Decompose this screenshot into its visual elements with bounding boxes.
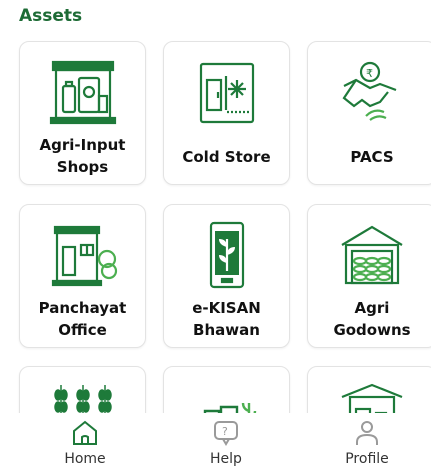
nav-label: Profile [345, 451, 389, 467]
panchayat-office-icon [20, 219, 145, 289]
card-label: Cold Store [182, 148, 271, 166]
nav-home[interactable]: Home [25, 413, 145, 471]
card-ekisan-bhawan[interactable]: e-KISAN Bhawan [163, 204, 290, 348]
nav-profile[interactable]: Profile [307, 413, 427, 471]
nav-help[interactable]: ? Help [166, 413, 286, 471]
card-label: Panchayat Office [38, 299, 127, 339]
card-pacs[interactable]: ₹ PACS [307, 41, 431, 185]
card-label: e-KISAN Bhawan [192, 299, 261, 339]
home-icon [25, 418, 145, 448]
card-label: PACS [350, 148, 394, 166]
pacs-handshake-icon: ₹ [308, 56, 431, 126]
agri-input-shop-icon [20, 56, 145, 126]
svg-text:₹: ₹ [366, 67, 373, 80]
assets-grid: Agri-Input Shops Cold Store ₹ PACS Panch… [0, 0, 431, 471]
card-agri-input-shops[interactable]: Agri-Input Shops [19, 41, 146, 185]
godown-warehouse-icon [308, 219, 431, 289]
card-agri-godowns[interactable]: Agri Godowns [307, 204, 431, 348]
bottom-nav: Home ? Help Profile [0, 413, 431, 471]
svg-text:?: ? [222, 425, 228, 438]
card-label: Agri Godowns [333, 299, 411, 339]
card-label: Agri-Input Shops [39, 136, 126, 176]
card-cold-store[interactable]: Cold Store [163, 41, 290, 185]
ekisan-phone-plant-icon [164, 219, 289, 289]
profile-person-icon [307, 418, 427, 448]
nav-label: Help [210, 451, 242, 467]
cold-store-icon [164, 56, 289, 126]
help-chat-icon: ? [166, 418, 286, 448]
card-panchayat-office[interactable]: Panchayat Office [19, 204, 146, 348]
nav-label: Home [64, 451, 106, 467]
